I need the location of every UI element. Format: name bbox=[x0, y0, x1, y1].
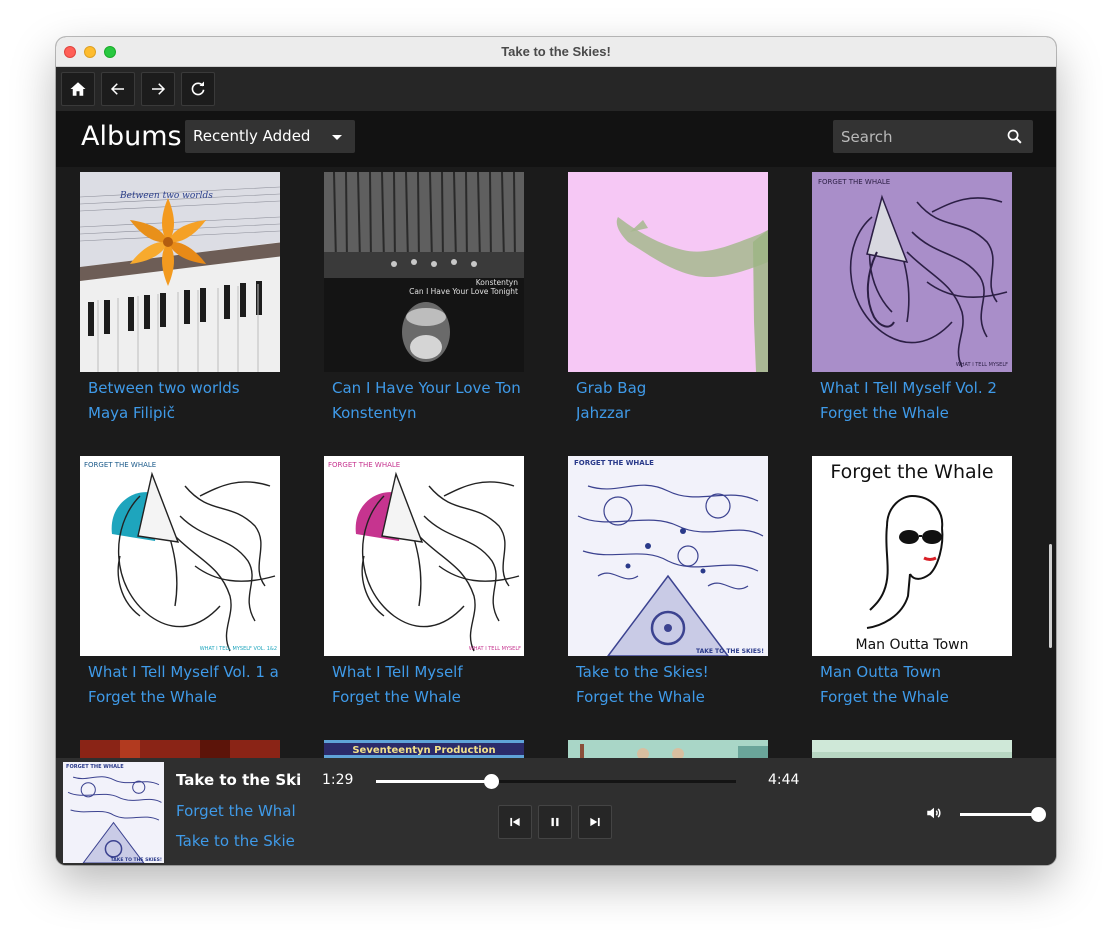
volume-slider[interactable] bbox=[960, 807, 1046, 822]
svg-text:Forget the Whale: Forget the Whale bbox=[830, 461, 993, 483]
svg-text:FORGET THE WHALE: FORGET THE WHALE bbox=[66, 764, 124, 770]
album-artist[interactable]: Forget the Whale bbox=[820, 404, 1010, 422]
album-cover[interactable] bbox=[568, 172, 768, 372]
now-playing-album[interactable]: Take to the Skie bbox=[176, 832, 295, 850]
albums-header: Albums Recently Added bbox=[56, 111, 1056, 167]
home-icon bbox=[70, 82, 86, 96]
skip-next-icon bbox=[590, 817, 600, 827]
album-cover[interactable] bbox=[812, 740, 1012, 758]
svg-text:TAKE TO THE SKIES!: TAKE TO THE SKIES! bbox=[111, 857, 162, 863]
svg-text:WHAT I TELL MYSELF: WHAT I TELL MYSELF bbox=[469, 646, 521, 652]
album-cover[interactable]: FORGET THE WHALE WHAT I TELL MYSELF bbox=[324, 456, 524, 656]
volume-fill bbox=[960, 813, 1038, 816]
reload-button[interactable] bbox=[181, 72, 215, 106]
navigation-toolbar bbox=[56, 67, 1056, 111]
svg-text:FORGET THE WHALE: FORGET THE WHALE bbox=[574, 459, 654, 467]
svg-text:FORGET THE WHALE: FORGET THE WHALE bbox=[84, 461, 156, 469]
svg-text:Can I Have Your Love Tonight: Can I Have Your Love Tonight bbox=[409, 287, 518, 296]
total-duration: 4:44 bbox=[768, 772, 800, 788]
sort-dropdown[interactable]: Recently Added bbox=[185, 120, 355, 153]
album-cover[interactable]: Between two worlds bbox=[80, 172, 280, 372]
svg-text:FORGET THE WHALE: FORGET THE WHALE bbox=[818, 178, 890, 186]
album-cover[interactable]: FORGET THE WHALE WHAT I TELL MYSELF bbox=[812, 172, 1012, 372]
forward-button[interactable] bbox=[141, 72, 175, 106]
pause-button[interactable] bbox=[538, 805, 572, 839]
app-window: Take to the Skies! Albums Recently Added bbox=[56, 37, 1056, 865]
album-artist[interactable]: Maya Filipič bbox=[88, 404, 278, 422]
volume-thumb[interactable] bbox=[1031, 807, 1046, 822]
album-artist[interactable]: Forget the Whale bbox=[820, 688, 1010, 706]
svg-text:WHAT I TELL MYSELF VOL. 1&2: WHAT I TELL MYSELF VOL. 1&2 bbox=[200, 646, 277, 652]
sort-selected-value: Recently Added bbox=[193, 127, 311, 145]
album-title[interactable]: What I Tell Myself Vol. 1 a bbox=[88, 663, 278, 681]
album-cover[interactable]: Konstentyn Can I Have Your Love Tonight bbox=[324, 172, 524, 372]
page-title: Albums bbox=[81, 121, 182, 152]
svg-text:Between two worlds: Between two worlds bbox=[119, 191, 213, 201]
search-box[interactable] bbox=[833, 120, 1033, 153]
album-cover[interactable]: FORGET THE WHALE TAKE TO THE SKIES! bbox=[568, 456, 768, 656]
chevron-down-icon bbox=[332, 135, 342, 140]
back-button[interactable] bbox=[101, 72, 135, 106]
album-artist[interactable]: Jahzzar bbox=[576, 404, 766, 422]
now-playing-artist[interactable]: Forget the Whal bbox=[176, 802, 296, 820]
title-bar: Take to the Skies! bbox=[56, 37, 1056, 67]
arrow-left-icon bbox=[110, 83, 124, 95]
svg-text:Seventeentyn Production: Seventeentyn Production bbox=[352, 745, 495, 756]
previous-track-button[interactable] bbox=[498, 805, 532, 839]
volume-icon[interactable] bbox=[925, 804, 943, 822]
now-playing-bar: FORGET THE WHALE TAKE TO THE SKIES! Take… bbox=[56, 758, 1056, 865]
album-artist[interactable]: Konstentyn bbox=[332, 404, 522, 422]
svg-text:TAKE TO THE SKIES!: TAKE TO THE SKIES! bbox=[696, 648, 764, 655]
arrow-right-icon bbox=[152, 83, 166, 95]
album-cover[interactable] bbox=[568, 740, 768, 758]
now-playing-title: Take to the Ski bbox=[176, 771, 302, 789]
skip-previous-icon bbox=[510, 817, 520, 827]
refresh-icon bbox=[191, 81, 205, 96]
album-title[interactable]: Grab Bag bbox=[576, 379, 766, 397]
album-title[interactable]: What I Tell Myself Vol. 2 bbox=[820, 379, 1010, 397]
album-title[interactable]: Man Outta Town bbox=[820, 663, 1010, 681]
svg-text:Konstentyn: Konstentyn bbox=[476, 278, 518, 287]
search-icon[interactable] bbox=[1006, 128, 1023, 145]
pause-icon bbox=[551, 817, 559, 827]
album-cover[interactable] bbox=[80, 740, 280, 758]
album-artist[interactable]: Forget the Whale bbox=[88, 688, 278, 706]
progress-thumb[interactable] bbox=[484, 774, 500, 789]
album-artist[interactable]: Forget the Whale bbox=[576, 688, 766, 706]
album-title[interactable]: Take to the Skies! bbox=[576, 663, 766, 681]
album-title[interactable]: What I Tell Myself bbox=[332, 663, 522, 681]
album-grid: Between two worlds Between two worlds Ma… bbox=[56, 167, 1056, 758]
elapsed-time: 1:29 bbox=[322, 772, 354, 788]
next-track-button[interactable] bbox=[578, 805, 612, 839]
search-input[interactable] bbox=[833, 120, 998, 153]
album-title[interactable]: Can I Have Your Love Ton bbox=[332, 379, 522, 397]
album-cover[interactable]: Forget the Whale Man Outta Town bbox=[812, 456, 1012, 656]
window-title: Take to the Skies! bbox=[501, 44, 611, 59]
progress-fill bbox=[376, 780, 492, 783]
home-button[interactable] bbox=[61, 72, 95, 106]
album-artist[interactable]: Forget the Whale bbox=[332, 688, 522, 706]
album-cover[interactable]: Seventeentyn Production bbox=[324, 740, 524, 758]
grid-scrollbar[interactable] bbox=[1049, 544, 1052, 648]
album-title[interactable]: Between two worlds bbox=[88, 379, 278, 397]
svg-text:Man Outta Town: Man Outta Town bbox=[856, 637, 969, 653]
progress-slider[interactable] bbox=[376, 774, 736, 789]
now-playing-cover[interactable]: FORGET THE WHALE TAKE TO THE SKIES! bbox=[63, 762, 164, 863]
album-cover[interactable]: FORGET THE WHALE WHAT I TELL MYSELF VOL.… bbox=[80, 456, 280, 656]
svg-text:FORGET THE WHALE: FORGET THE WHALE bbox=[328, 461, 400, 469]
svg-text:WHAT I TELL MYSELF: WHAT I TELL MYSELF bbox=[956, 362, 1008, 368]
